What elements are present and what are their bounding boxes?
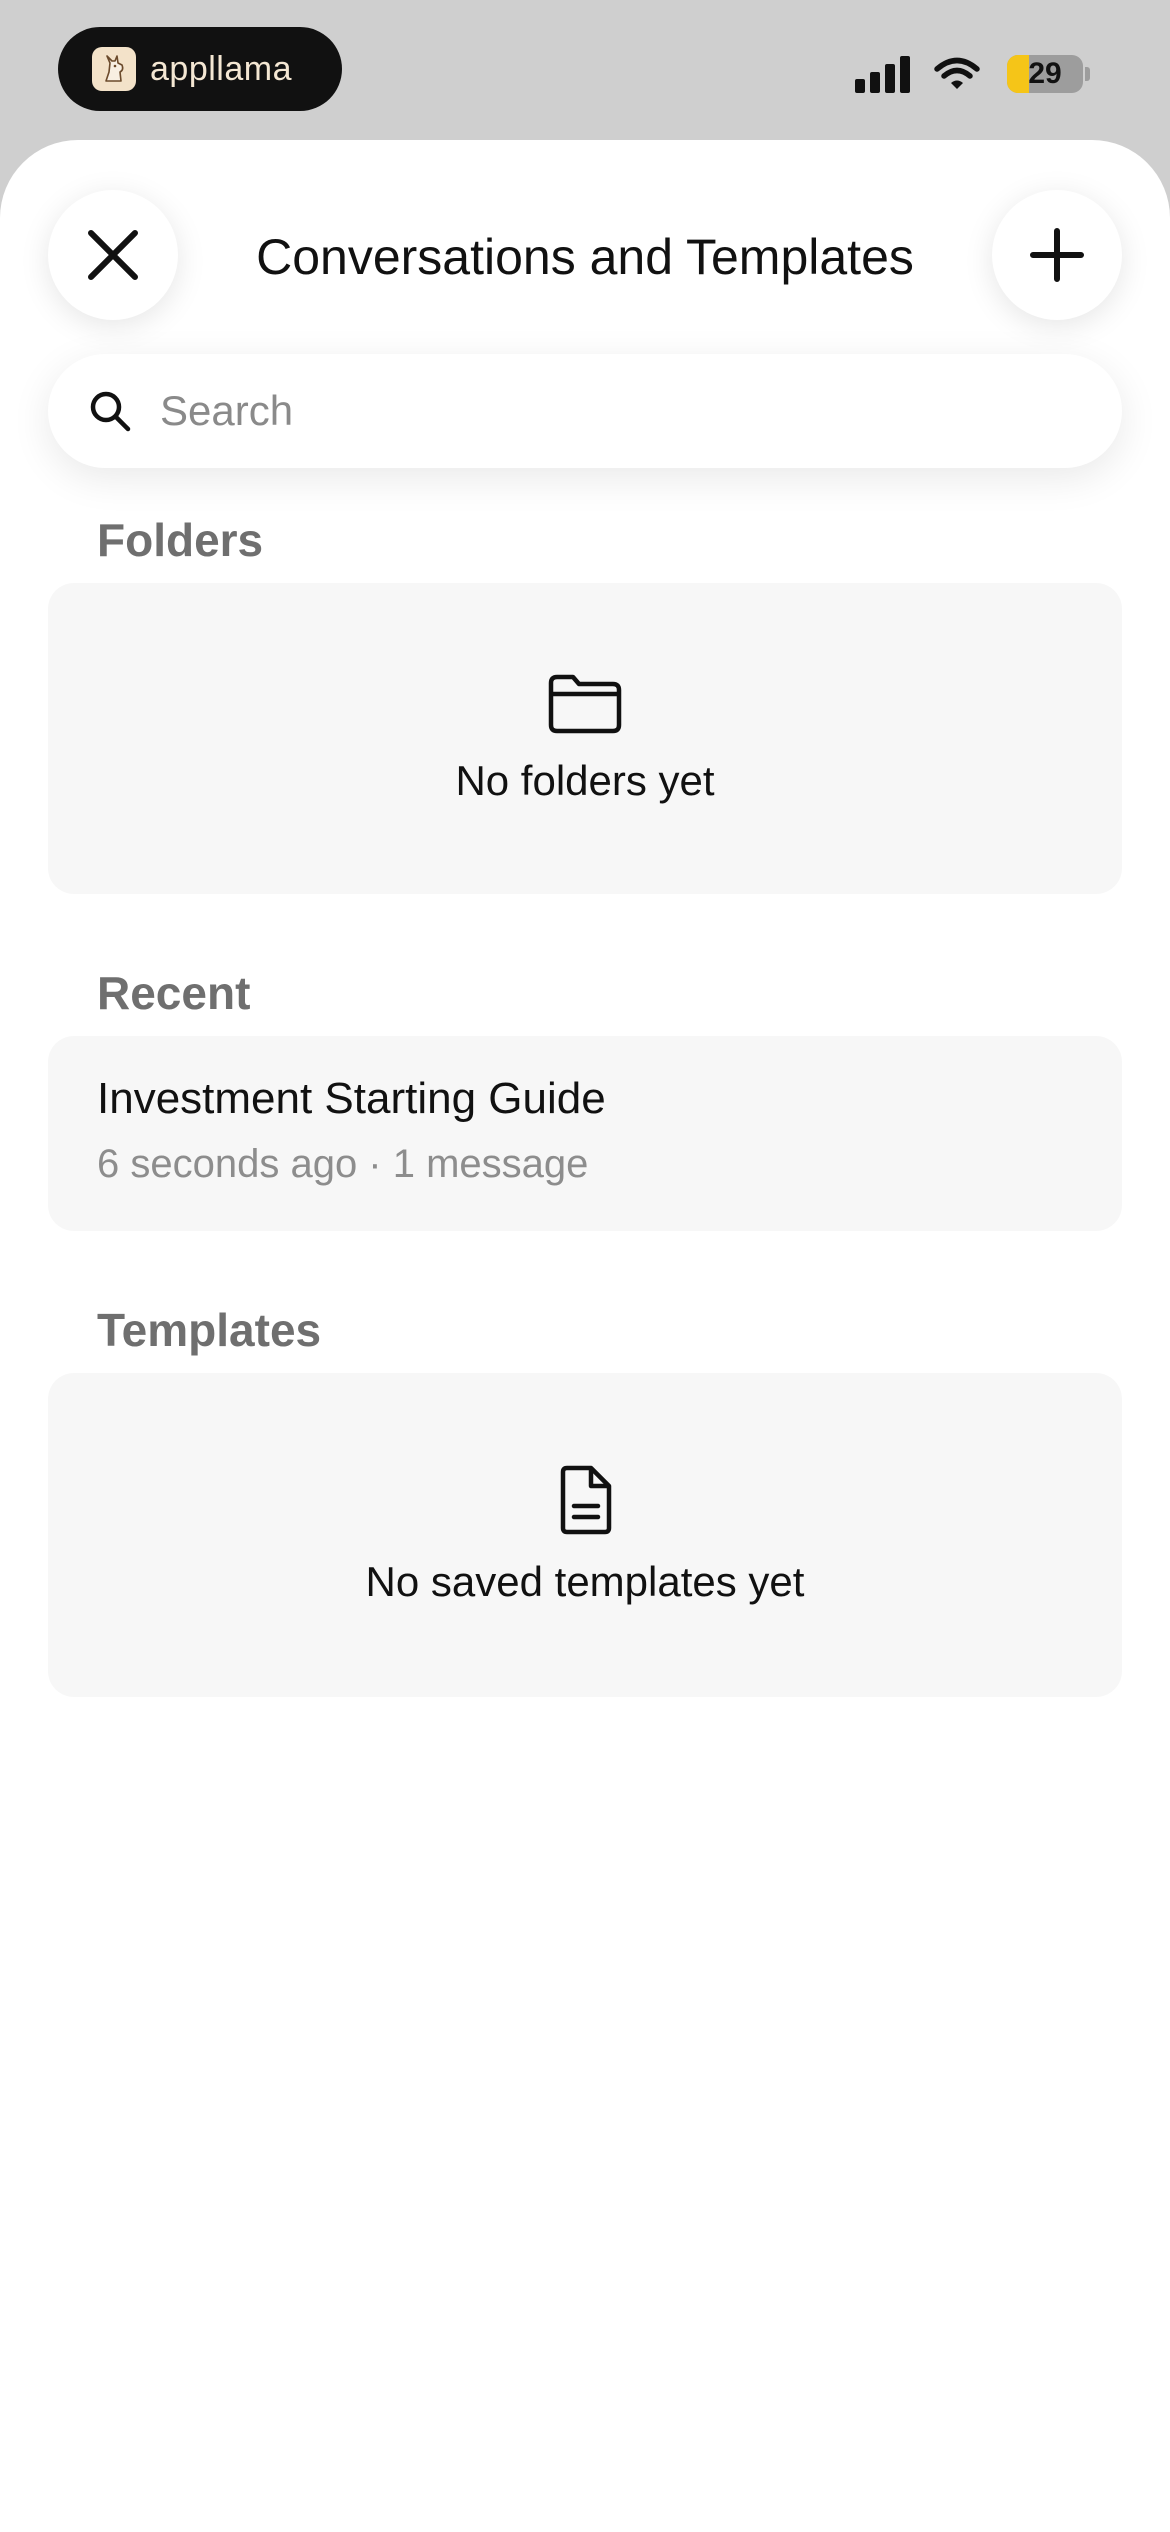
status-icons: 29 — [855, 52, 1090, 96]
battery-cap — [1085, 67, 1090, 81]
folders-empty-text: No folders yet — [455, 756, 715, 804]
search-bar[interactable] — [48, 354, 1122, 468]
templates-empty-card: No saved templates yet — [48, 1373, 1122, 1697]
app-name: appllama — [150, 49, 292, 88]
battery-icon: 29 — [1007, 55, 1083, 93]
battery-level: 29 — [1028, 57, 1062, 90]
app-indicator-pill[interactable]: appllama — [58, 27, 342, 111]
status-bar: appllama 29 — [0, 0, 1170, 140]
search-icon — [90, 391, 131, 432]
conversations-sheet: Conversations and Templates Folders No f… — [0, 140, 1170, 2532]
folder-icon — [548, 674, 622, 733]
list-item-conversation[interactable]: Investment Starting Guide 6 seconds ago … — [48, 1036, 1122, 1231]
plus-icon — [1030, 228, 1084, 282]
recent-card: Investment Starting Guide 6 seconds ago … — [48, 1036, 1122, 1231]
folders-heading: Folders — [97, 514, 264, 566]
document-icon — [560, 1465, 612, 1535]
cellular-signal-icon — [855, 55, 915, 93]
add-button[interactable] — [992, 190, 1122, 320]
folders-empty-card: No folders yet — [48, 583, 1122, 894]
search-input[interactable] — [158, 386, 1062, 436]
sheet-header: Conversations and Templates — [0, 140, 1170, 340]
templates-empty-text: No saved templates yet — [365, 1558, 805, 1605]
templates-heading: Templates — [97, 1304, 322, 1356]
wifi-icon — [934, 57, 980, 89]
conversation-title: Investment Starting Guide — [97, 1074, 606, 1123]
recent-heading: Recent — [97, 967, 251, 1019]
conversation-meta: 6 seconds ago · 1 message — [97, 1142, 589, 1186]
llama-logo-icon — [92, 47, 136, 91]
